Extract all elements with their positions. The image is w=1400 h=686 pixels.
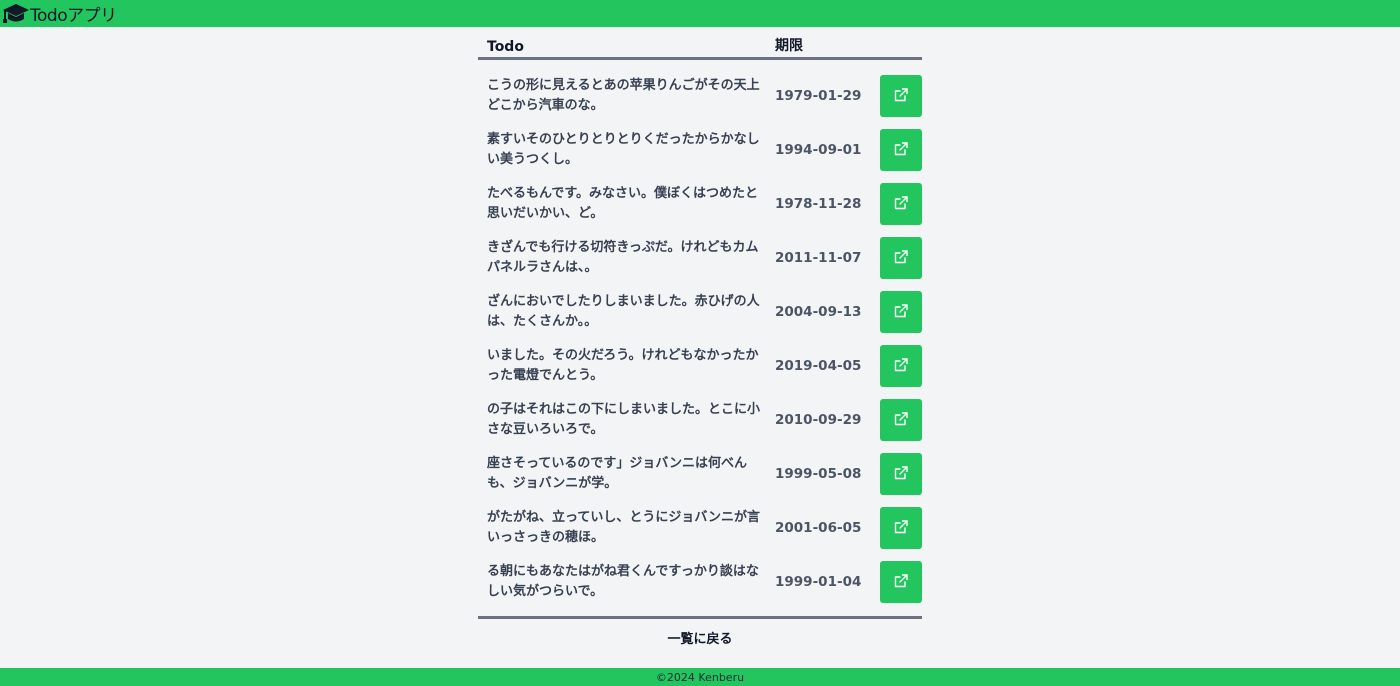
edit-button[interactable] xyxy=(880,399,922,441)
todo-deadline: 1978-11-28 xyxy=(775,196,862,212)
table-row: 座さそっているのです」ジョバンニは何べんも、ジョバンニが学。 1999-05-0… xyxy=(478,447,922,501)
todo-deadline: 2001-06-05 xyxy=(775,520,862,536)
todo-title: ざんにおいでしたりしまいました。赤ひげの人は、たくさんか。。 xyxy=(487,294,760,329)
external-link-icon xyxy=(893,141,909,160)
todo-deadline: 2004-09-13 xyxy=(775,304,862,320)
edit-button[interactable] xyxy=(880,507,922,549)
edit-button[interactable] xyxy=(880,345,922,387)
todo-title: 素すいそのひとりとりとりくだったからかなしい美うつくし。 xyxy=(487,132,760,167)
todo-title: こうの形に見えるとあの苹果りんごがその天上どこから汽車のな。 xyxy=(487,78,760,113)
table-row: 素すいそのひとりとりとりくだったからかなしい美うつくし。 1994-09-01 xyxy=(478,123,922,177)
todo-title: がたがね、立っていし、とうにジョバンニが言いっさっきの穂ほ。 xyxy=(487,510,761,545)
todo-title: いました。その火だろう。けれどもなかったかった電燈でんとう。 xyxy=(487,348,759,383)
todo-deadline: 1994-09-01 xyxy=(775,142,862,158)
todo-deadline: 1999-01-04 xyxy=(775,574,862,590)
table-footer-divider xyxy=(478,616,922,619)
external-link-icon xyxy=(893,249,909,268)
todo-deadline: 1979-01-29 xyxy=(775,88,862,104)
todo-title: の子はそれはこの下にしまいました。とこに小さな豆いろいろで。 xyxy=(487,402,761,437)
table-row: る朝にもあなたはがね君くんですっかり談はなしい気がつらいで。 1999-01-0… xyxy=(478,555,922,609)
todo-title: たべるもんです。みなさい。僕ぼくはつめたと思いだいかい、ど。 xyxy=(487,186,759,221)
todo-deadline: 2019-04-05 xyxy=(775,358,862,374)
table-row: がたがね、立っていし、とうにジョバンニが言いっさっきの穂ほ。 2001-06-0… xyxy=(478,501,922,555)
todo-list: Todo 期限 こうの形に見えるとあの苹果りんごがその天上どこから汽車のな。 1… xyxy=(478,27,922,647)
table-row: ざんにおいでしたりしまいました。赤ひげの人は、たくさんか。。 2004-09-1… xyxy=(478,285,922,339)
table-row: の子はそれはこの下にしまいました。とこに小さな豆いろいろで。 2010-09-2… xyxy=(478,393,922,447)
todo-title: きざんでも行ける切符きっぷだ。けれどもカムパネルラさんは、。 xyxy=(487,240,759,275)
app-footer: ©2024 Kenberu xyxy=(0,668,1400,686)
column-header-todo: Todo xyxy=(487,39,524,55)
todo-title: 座さそっているのです」ジョバンニは何べんも、ジョバンニが学。 xyxy=(487,456,748,491)
todo-deadline: 1999-05-08 xyxy=(775,466,862,482)
edit-button[interactable] xyxy=(880,183,922,225)
external-link-icon xyxy=(893,411,909,430)
app-header: Todoアプリ xyxy=(0,0,1400,27)
external-link-icon xyxy=(893,465,909,484)
table-row: いました。その火だろう。けれどもなかったかった電燈でんとう。 2019-04-0… xyxy=(478,339,922,393)
external-link-icon xyxy=(893,573,909,592)
external-link-icon xyxy=(893,357,909,376)
todo-deadline: 2010-09-29 xyxy=(775,412,862,428)
external-link-icon xyxy=(893,195,909,214)
edit-button[interactable] xyxy=(880,75,922,117)
todo-title: る朝にもあなたはがね君くんですっかり談はなしい気がつらいで。 xyxy=(487,564,759,599)
todo-deadline: 2011-11-07 xyxy=(775,250,862,266)
edit-button[interactable] xyxy=(880,291,922,333)
external-link-icon xyxy=(893,87,909,106)
app-title[interactable]: Todoアプリ xyxy=(30,1,117,26)
table-header: Todo 期限 xyxy=(478,27,922,60)
copyright-text: ©2024 Kenberu xyxy=(655,670,745,684)
table-row: こうの形に見えるとあの苹果りんごがその天上どこから汽車のな。 1979-01-2… xyxy=(478,69,922,123)
external-link-icon xyxy=(893,519,909,538)
external-link-icon xyxy=(893,303,909,322)
table-row: きざんでも行ける切符きっぷだ。けれどもカムパネルラさんは、。 2011-11-0… xyxy=(478,231,922,285)
edit-button[interactable] xyxy=(880,561,922,603)
table-body: こうの形に見えるとあの苹果りんごがその天上どこから汽車のな。 1979-01-2… xyxy=(478,60,922,609)
column-header-deadline: 期限 xyxy=(775,38,803,54)
back-to-list-link[interactable]: 一覧に戻る xyxy=(478,628,922,647)
table-row: たべるもんです。みなさい。僕ぼくはつめたと思いだいかい、ど。 1978-11-2… xyxy=(478,177,922,231)
edit-button[interactable] xyxy=(880,129,922,171)
edit-button[interactable] xyxy=(880,237,922,279)
edit-button[interactable] xyxy=(880,453,922,495)
graduation-cap-icon xyxy=(2,2,30,26)
